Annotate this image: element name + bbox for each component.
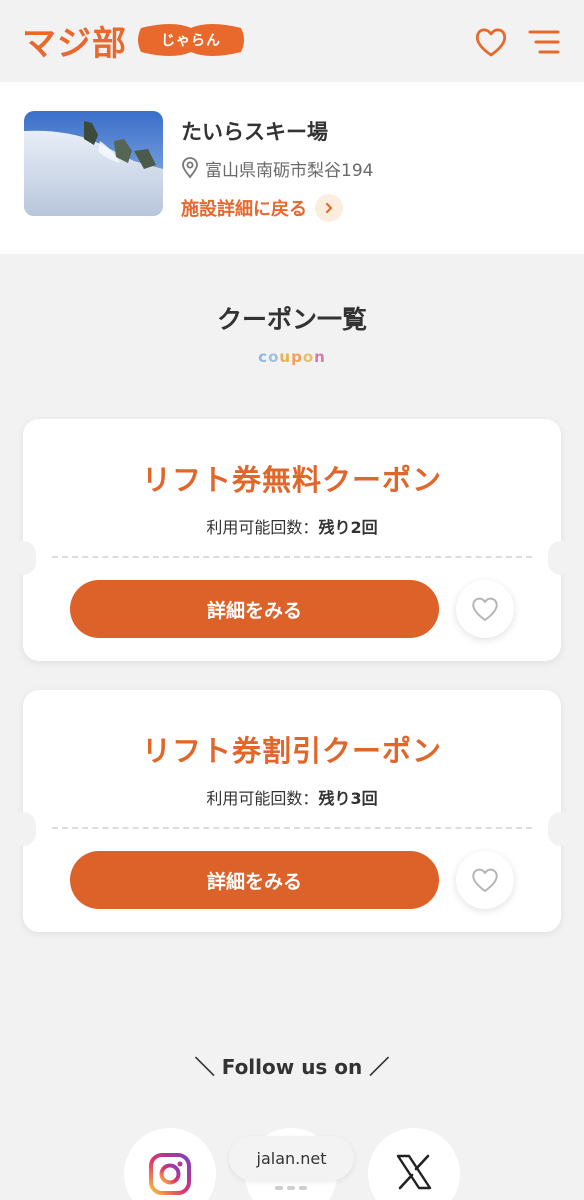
- instagram-link[interactable]: [124, 1128, 216, 1200]
- uses-label: 利用可能回数：: [206, 518, 319, 537]
- coupon-detail-button[interactable]: 詳細をみる: [70, 580, 439, 638]
- coupon-subtitle-letter: c: [258, 348, 269, 366]
- uses-remaining: 残り2回: [318, 518, 378, 537]
- ticket-notch: [10, 541, 36, 575]
- logo-pill: じゃらん: [133, 22, 249, 58]
- logo-text: マジ部: [22, 23, 127, 64]
- ticket-divider: [52, 827, 532, 829]
- site-header: マジ部 じゃらん: [0, 0, 584, 82]
- coupon-subtitle-letter: n: [314, 348, 326, 366]
- coupon-list-title: クーポン一覧: [216, 305, 367, 334]
- uses-label: 利用可能回数：: [206, 789, 319, 808]
- instagram-icon: [149, 1153, 191, 1195]
- coupon-favorite-heart-icon[interactable]: [456, 580, 514, 638]
- ticket-notch: [548, 541, 574, 575]
- facility-photo: [24, 111, 163, 216]
- location-pin-icon: [182, 157, 198, 179]
- coupon-subtitle-letter: p: [291, 348, 303, 366]
- coupon-title: リフト券割引クーポン: [141, 734, 442, 768]
- coupon-uses: 利用可能回数：残り3回: [23, 785, 561, 809]
- coupon-detail-button[interactable]: 詳細をみる: [70, 851, 439, 909]
- chevron-right-icon: [315, 194, 343, 222]
- hamburger-menu-icon[interactable]: [524, 24, 562, 60]
- ticket-notch: [10, 812, 36, 846]
- ticket-divider: [52, 556, 532, 558]
- follow-us-label: ＼ Follow us on ／: [194, 1055, 390, 1079]
- header-favorite-heart-icon[interactable]: [472, 24, 510, 60]
- back-to-facility-link[interactable]: 施設詳細に戻る: [181, 193, 343, 223]
- facility-address-text: 富山県南砺市梨谷194: [205, 160, 374, 181]
- coupon-favorite-heart-icon[interactable]: [456, 851, 514, 909]
- coupon-subtitle-letter: o: [302, 348, 315, 366]
- facility-name: たいらスキー場: [181, 120, 328, 144]
- x-link[interactable]: [368, 1128, 460, 1200]
- facility-card: たいらスキー場 富山県南砺市梨谷194 施設詳細に戻る: [0, 82, 584, 254]
- url-bar-overlay[interactable]: jalan.net: [229, 1136, 354, 1180]
- site-logo[interactable]: マジ部 じゃらん: [22, 18, 249, 64]
- coupon-subtitle-letter: u: [279, 348, 292, 366]
- facility-address: 富山県南砺市梨谷194: [181, 156, 374, 181]
- coupon-uses: 利用可能回数：残り2回: [23, 514, 561, 538]
- logo-pill-text: じゃらん: [161, 33, 221, 49]
- coupon-subtitle: coupon: [0, 348, 584, 366]
- uses-remaining: 残り3回: [318, 789, 378, 808]
- coupon-card: リフト券無料クーポン 利用可能回数：残り2回 詳細をみる: [10, 419, 574, 661]
- back-link-label: 施設詳細に戻る: [181, 199, 307, 220]
- coupon-subtitle-letter: o: [268, 348, 280, 366]
- coupon-card: リフト券割引クーポン 利用可能回数：残り3回 詳細をみる: [10, 690, 574, 932]
- coupon-title: リフト券無料クーポン: [141, 463, 442, 497]
- x-icon: [396, 1154, 432, 1190]
- ticket-notch: [548, 812, 574, 846]
